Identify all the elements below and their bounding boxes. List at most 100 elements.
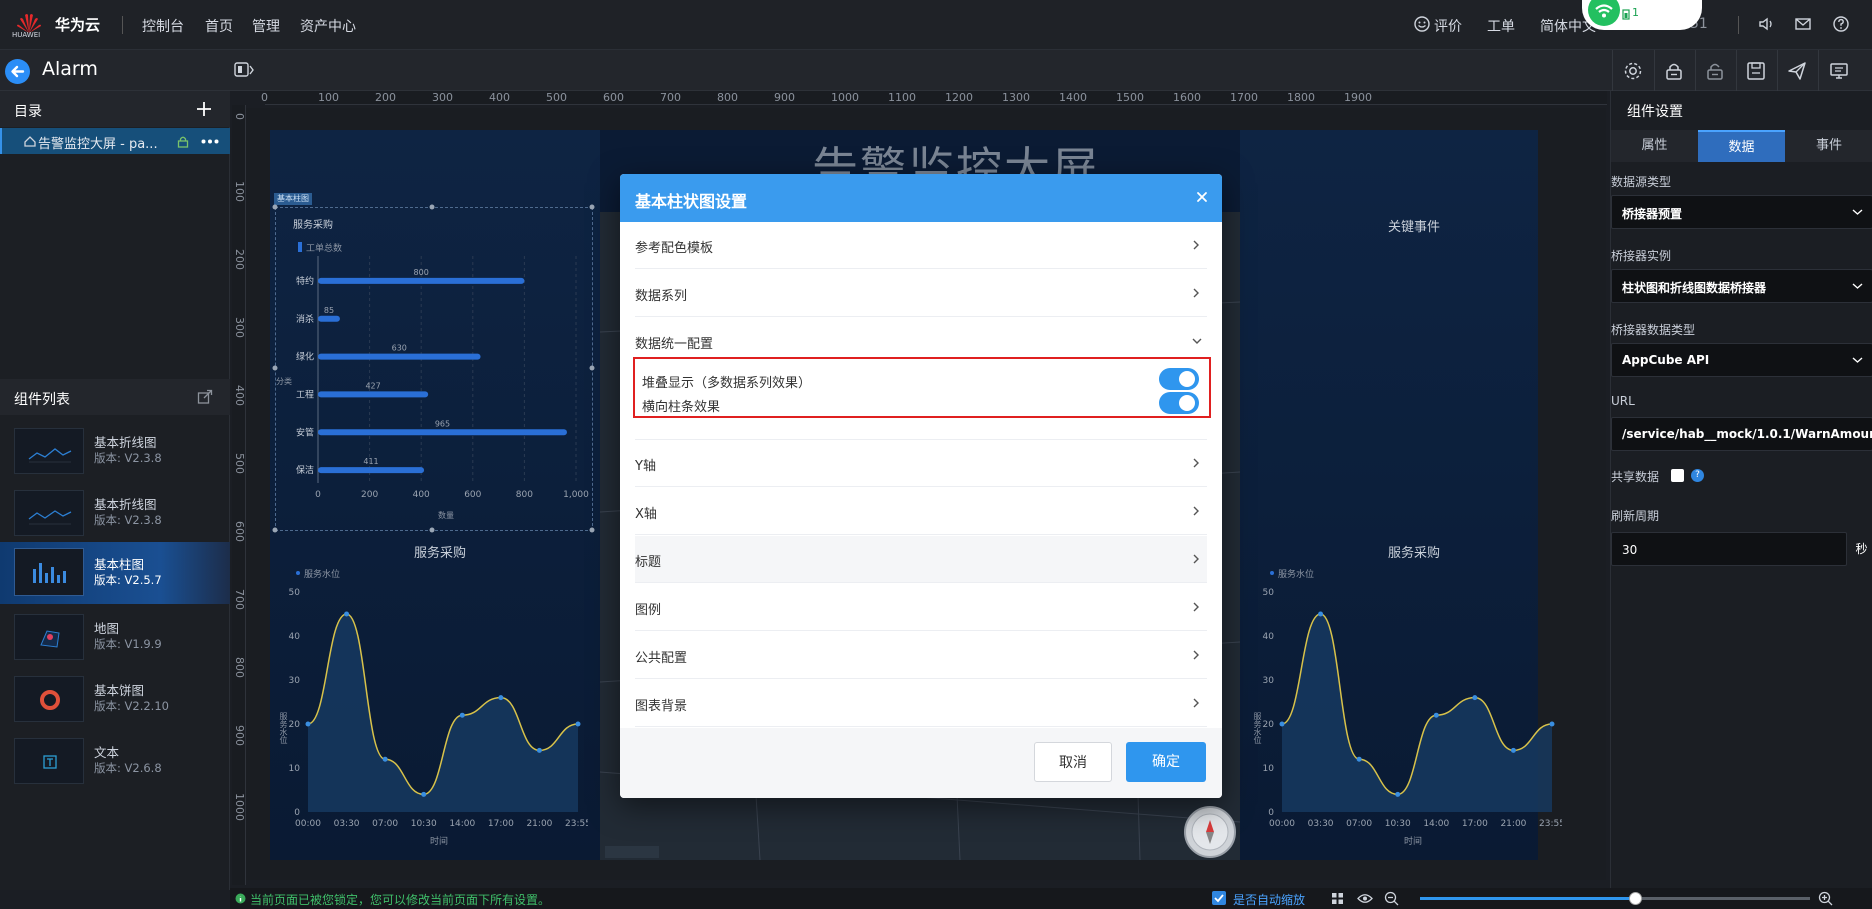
cancel-button[interactable]: 取消 [1034, 742, 1112, 782]
nav-console[interactable]: 控制台 [142, 16, 184, 36]
divider [1777, 50, 1778, 91]
x-tick-label: 23:55 [1539, 819, 1562, 829]
row-y-axis[interactable]: Y轴 [635, 440, 1207, 487]
lock-icon[interactable] [177, 135, 189, 148]
share-checkbox[interactable] [1671, 469, 1684, 482]
more-icon[interactable] [201, 139, 219, 144]
row-color-template[interactable]: 参考配色模板 [635, 222, 1207, 269]
eye-icon[interactable] [1357, 892, 1373, 905]
horizontal-ruler: 0 100 200 300 400 500 600 700 800 900 1000 1100 1200… [261, 91, 1607, 105]
row-chart-background[interactable]: 图表背景 [635, 680, 1207, 727]
ruler-tick-label: 100 [233, 181, 246, 202]
brand-name[interactable]: 华为云 [55, 14, 100, 35]
data-point [536, 747, 542, 753]
component-version: 版本: V2.3.8 [94, 451, 162, 465]
external-link-icon[interactable] [197, 389, 213, 405]
y-tick-label: 10 [1263, 764, 1275, 774]
close-icon[interactable] [1192, 187, 1212, 207]
line-chart-right[interactable]: 服务采购 服务水位 服务水位 时间 0 10 20 30 40 50 00:00 03:30 0… [1252, 540, 1562, 850]
add-icon[interactable] [196, 101, 212, 117]
lock-icon[interactable] [1663, 60, 1685, 82]
bridge-instance-select[interactable]: 柱状图和折线图数据桥接器 [1611, 269, 1872, 303]
component-name: 基本折线图 [94, 435, 157, 450]
zoom-in-icon[interactable] [1818, 891, 1833, 906]
smile-icon[interactable] [1413, 15, 1431, 33]
stack-toggle[interactable] [1159, 368, 1199, 390]
component-name: 地图 [94, 621, 120, 636]
toggle-knob [1179, 371, 1195, 387]
row-legend[interactable]: 图例 [635, 584, 1207, 631]
datasource-type-select[interactable]: 桥接器预置 [1611, 195, 1872, 229]
y-tick-label: 0 [294, 808, 300, 818]
info-icon [235, 893, 246, 904]
help-icon[interactable] [1832, 15, 1850, 33]
row-data-series[interactable]: 数据系列 [635, 270, 1207, 317]
component-pie-chart[interactable]: 基本饼图 版本: V2.2.10 [14, 672, 224, 730]
map-thumbnail [14, 614, 84, 660]
x-tick-label: 07:00 [1346, 819, 1372, 829]
autoscale-checkbox[interactable] [1212, 891, 1226, 905]
mail-icon[interactable] [1794, 15, 1812, 33]
data-point [1549, 721, 1555, 727]
x-tick-label: 14:00 [449, 819, 475, 829]
components-title: 组件列表 [14, 392, 70, 408]
row-label: 图例 [635, 603, 662, 618]
data-point [1395, 791, 1401, 797]
url-input[interactable]: /service/hab__mock/1.0.1/WarnAmountPerSt… [1611, 417, 1872, 451]
speaker-icon[interactable] [1757, 15, 1775, 33]
dialog-header: 基本柱状图设置 [620, 174, 1222, 222]
x-tick-label: 21:00 [526, 819, 552, 829]
divider [1695, 50, 1696, 91]
toggle-knob [1179, 395, 1195, 411]
grid-icon[interactable] [1331, 892, 1344, 905]
data-point [1510, 747, 1516, 753]
refresh-input[interactable]: 30 [1611, 532, 1847, 566]
x-tick-label: 03:30 [334, 819, 360, 829]
line-chart-left[interactable]: 服务采购 服务水位 服务水位 时间 0 10 20 30 40 50 00:00 03:30 0… [278, 540, 588, 850]
row-x-axis[interactable]: X轴 [635, 488, 1207, 535]
autoscale-label: 是否自动缩放 [1233, 893, 1306, 907]
zoom-slider-track[interactable] [1420, 892, 1810, 905]
back-button[interactable] [5, 59, 30, 84]
tab-events[interactable]: 事件 [1785, 130, 1872, 162]
preview-icon[interactable] [1828, 60, 1850, 82]
row-common-config[interactable]: 公共配置 [635, 632, 1207, 679]
row-label: 图表背景 [635, 699, 688, 714]
nav-manage[interactable]: 管理 [252, 16, 280, 36]
zoom-out-icon[interactable] [1384, 891, 1399, 906]
chevron-right-icon [1193, 506, 1199, 516]
tab-properties[interactable]: 属性 [1611, 130, 1698, 162]
network-popup[interactable]: 1 [1582, 0, 1702, 30]
component-line-chart-2[interactable]: 基本折线图 版本: V2.3.8 [14, 486, 224, 544]
map-compass-button[interactable] [1184, 806, 1236, 858]
confirm-button[interactable]: 确定 [1126, 742, 1206, 782]
url-label: URL [1611, 394, 1635, 408]
page-toggle-icon[interactable] [234, 61, 254, 79]
check-icon [1214, 894, 1224, 903]
help-icon[interactable]: ? [1691, 469, 1704, 482]
component-text[interactable]: 文本 版本: V2.6.8 [14, 734, 224, 792]
save-icon[interactable] [1745, 60, 1767, 82]
zoom-slider-handle[interactable] [1628, 892, 1642, 905]
component-map[interactable]: 地图 版本: V1.9.9 [14, 610, 224, 668]
nav-home[interactable]: 首页 [205, 16, 233, 36]
unlock-icon[interactable] [1704, 60, 1726, 82]
ruler-tick-label: 1800 [1287, 91, 1315, 104]
publish-icon[interactable] [1786, 60, 1808, 82]
nav-assets[interactable]: 资产中心 [300, 16, 356, 36]
ruler-tick-label: 1600 [1173, 91, 1201, 104]
component-bar-chart[interactable]: 基本柱图 版本: V2.5.7 [0, 542, 230, 604]
wifi-icon [1588, 0, 1620, 26]
catalog-item-page[interactable]: 告警监控大屏 - pa... [0, 128, 230, 154]
tab-data[interactable]: 数据 [1698, 130, 1785, 162]
selection-handles[interactable] [270, 200, 600, 540]
x-tick-label: 10:30 [1385, 819, 1411, 829]
ticket-link[interactable]: 工单 [1487, 16, 1515, 36]
settings-gear-icon[interactable] [1622, 60, 1644, 82]
component-line-chart-1[interactable]: 基本折线图 版本: V2.3.8 [14, 424, 224, 482]
horizontal-toggle[interactable] [1159, 392, 1199, 414]
select-value: AppCube API [1622, 353, 1710, 367]
bridge-data-type-select[interactable]: AppCube API [1611, 343, 1872, 377]
row-title[interactable]: 标题 [635, 536, 1207, 583]
feedback-link[interactable]: 评价 [1434, 16, 1462, 36]
